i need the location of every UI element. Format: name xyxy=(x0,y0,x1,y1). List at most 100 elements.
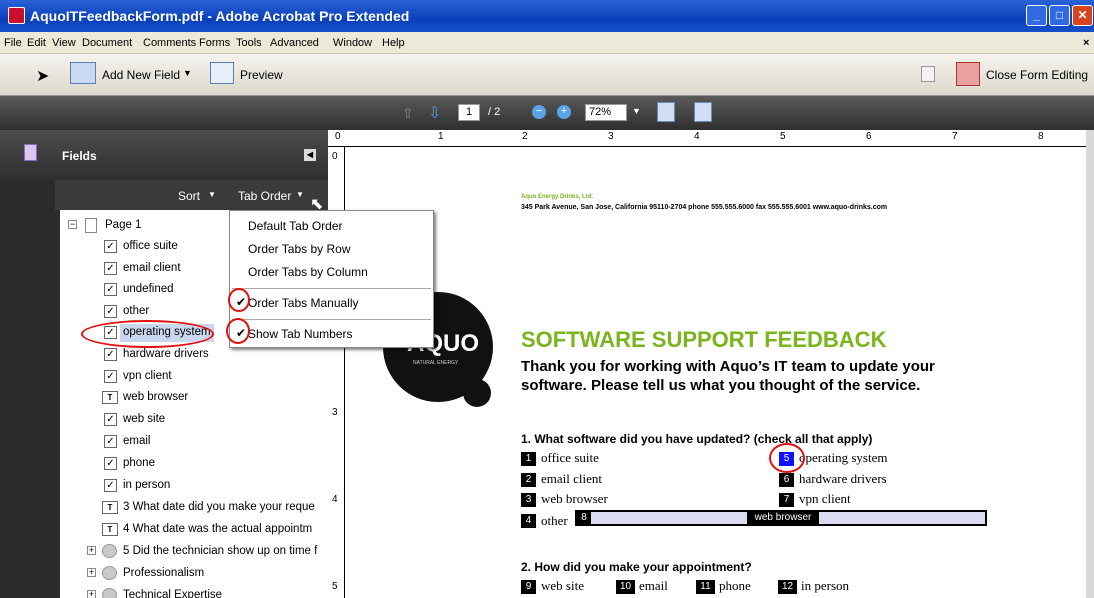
tree-item-label: 4 What date was the actual appointm xyxy=(123,523,313,535)
tree-item-label: Professionalism xyxy=(123,567,205,579)
navigation-toolbar: ⇧ ⇩ 1 / 2 − + 72% ▼ xyxy=(0,96,1094,130)
tab-number[interactable]: 7 xyxy=(779,493,794,507)
tree-page-label: Page 1 xyxy=(105,219,142,231)
option-label: other xyxy=(541,513,568,528)
menu-item-default-tab-order[interactable]: Default Tab Order xyxy=(248,219,343,233)
tab-number[interactable]: 10 xyxy=(616,580,635,594)
menu-item-order-by-row[interactable]: Order Tabs by Row xyxy=(248,242,351,256)
forms-toolbar: ➤ Add New Field ▼ Preview Close Form Edi… xyxy=(0,54,1094,96)
tab-number[interactable]: 1 xyxy=(521,452,536,466)
zoom-out-icon[interactable]: − xyxy=(532,105,546,119)
menu-window[interactable]: Window xyxy=(333,37,372,49)
preview-icon[interactable] xyxy=(210,62,234,84)
help-icon[interactable] xyxy=(921,66,935,82)
add-field-icon[interactable] xyxy=(70,62,96,84)
expand-icon[interactable]: + xyxy=(87,568,96,577)
tab-number[interactable]: 2 xyxy=(521,473,536,487)
tree-item-label: undefined xyxy=(123,283,174,295)
add-field-dropdown-icon[interactable]: ▼ xyxy=(183,68,192,78)
text-field-icon: T xyxy=(102,501,118,514)
menu-comments[interactable]: Comments xyxy=(143,37,196,49)
fit-width-icon[interactable] xyxy=(657,102,675,122)
menu-separator xyxy=(232,288,431,289)
logo-subtext: NATURAL ENERGY xyxy=(413,360,459,366)
annotation-circle-menu xyxy=(228,288,250,312)
ruler-label: 5 xyxy=(780,131,786,142)
menu-advanced[interactable]: Advanced xyxy=(270,37,319,49)
option-label: web browser xyxy=(541,491,608,506)
close-icon[interactable]: ✕ xyxy=(1072,5,1093,26)
checkbox-field-icon: ✓ xyxy=(104,240,117,253)
fit-page-icon[interactable] xyxy=(694,102,712,122)
select-object-icon[interactable]: ➤ xyxy=(36,66,49,85)
expand-icon[interactable]: + xyxy=(87,590,96,598)
checkbox-field-icon: ✓ xyxy=(104,435,117,448)
tab-order-dropdown-icon[interactable]: ▼ xyxy=(296,190,304,199)
ruler-label: 5 xyxy=(332,581,338,592)
fields-panel-title: Fields xyxy=(62,149,97,163)
checkbox-field-icon: ✓ xyxy=(104,262,117,275)
page-number-input[interactable]: 1 xyxy=(458,104,480,121)
prev-page-icon[interactable]: ⇧ xyxy=(402,105,416,121)
intro-line-1: Thank you for working with Aquo’s IT tea… xyxy=(521,358,935,375)
menu-document[interactable]: Document xyxy=(82,37,132,49)
sort-button[interactable]: Sort xyxy=(178,189,200,203)
radio-group-icon xyxy=(102,566,117,580)
checkbox-field-icon: ✓ xyxy=(104,370,117,383)
ruler-label: 3 xyxy=(332,407,338,418)
tree-item-label: email xyxy=(123,435,151,447)
option-label: in person xyxy=(801,578,850,593)
tab-number[interactable]: 6 xyxy=(779,473,794,487)
fields-panel-header: Fields ◀ xyxy=(0,130,328,180)
field-name-label: web browser xyxy=(747,512,819,524)
tab-number[interactable]: 11 xyxy=(696,580,715,594)
tree-item-label: other xyxy=(123,305,150,317)
zoom-in-icon[interactable]: + xyxy=(557,105,571,119)
other-text-field[interactable]: 8 web browser xyxy=(575,510,987,526)
tree-item-label: 5 Did the technician show up on time f xyxy=(123,545,318,557)
menu-forms[interactable]: Forms xyxy=(199,37,230,49)
ruler-label: 8 xyxy=(1038,131,1044,142)
checkbox-field-icon: ✓ xyxy=(104,413,117,426)
text-field-icon: T xyxy=(102,523,118,536)
menu-tools[interactable]: Tools xyxy=(236,37,262,49)
vertical-scrollbar[interactable] xyxy=(1086,130,1094,598)
add-new-field-button[interactable]: Add New Field xyxy=(102,68,180,82)
question-2: 2. How did you make your appointment? xyxy=(521,560,752,574)
tab-number[interactable]: 9 xyxy=(521,580,536,594)
menu-file[interactable]: File xyxy=(4,37,22,49)
tab-order-menu: Default Tab Order Order Tabs by Row Orde… xyxy=(229,210,434,348)
ruler-label: 2 xyxy=(522,131,528,142)
menu-item-show-tab-numbers[interactable]: Show Tab Numbers xyxy=(248,327,353,341)
maximize-icon[interactable]: □ xyxy=(1049,5,1070,26)
radio-group-icon xyxy=(102,544,117,558)
tab-order-button[interactable]: Tab Order xyxy=(238,189,291,203)
collapse-icon[interactable]: − xyxy=(68,220,77,229)
preview-button[interactable]: Preview xyxy=(240,68,283,82)
close-form-editing-icon[interactable] xyxy=(956,62,980,86)
option-label: office suite xyxy=(541,450,599,465)
menu-close-icon[interactable]: × xyxy=(1083,37,1089,49)
collapse-panel-icon[interactable]: ◀ xyxy=(304,149,316,161)
minimize-icon[interactable]: _ xyxy=(1026,5,1047,26)
menu-help[interactable]: Help xyxy=(382,37,405,49)
expand-icon[interactable]: + xyxy=(87,546,96,555)
fields-panel-icon[interactable] xyxy=(24,144,37,161)
checkbox-field-icon: ✓ xyxy=(104,305,117,318)
tree-item-label: office suite xyxy=(123,240,178,252)
intro-line-2: software. Please tell us what you though… xyxy=(521,377,921,394)
checkbox-field-icon: ✓ xyxy=(104,479,117,492)
tab-number[interactable]: 12 xyxy=(778,580,797,594)
menu-edit[interactable]: Edit xyxy=(27,37,46,49)
sort-dropdown-icon[interactable]: ▼ xyxy=(208,190,216,199)
menu-view[interactable]: View xyxy=(52,37,76,49)
zoom-level-input[interactable]: 72% xyxy=(585,104,627,121)
close-form-editing-button[interactable]: Close Form Editing xyxy=(986,68,1088,82)
tab-number[interactable]: 3 xyxy=(521,493,536,507)
menu-item-order-manually[interactable]: Order Tabs Manually xyxy=(248,296,359,310)
option-label: vpn client xyxy=(799,491,851,506)
menu-item-order-by-column[interactable]: Order Tabs by Column xyxy=(248,265,368,279)
zoom-dropdown-icon[interactable]: ▼ xyxy=(632,106,641,116)
tab-number[interactable]: 4 xyxy=(521,514,536,528)
next-page-icon[interactable]: ⇩ xyxy=(428,103,446,122)
